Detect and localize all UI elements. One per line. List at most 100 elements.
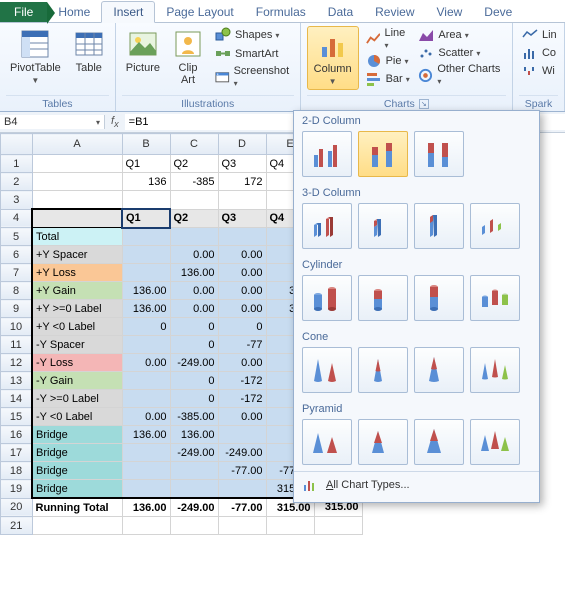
cell[interactable]: -249.00 xyxy=(218,444,266,462)
cell[interactable] xyxy=(122,336,170,354)
cell[interactable] xyxy=(32,155,122,173)
scatter-chart-button[interactable]: Scatter ▾ xyxy=(415,44,506,62)
cell[interactable] xyxy=(122,246,170,264)
cell[interactable]: Q1 xyxy=(122,155,170,173)
tab-review[interactable]: Review xyxy=(364,2,425,22)
cell[interactable]: 0 xyxy=(218,318,266,336)
cell[interactable]: -172 xyxy=(218,390,266,408)
chart-cone-stacked100[interactable] xyxy=(414,347,464,393)
cell[interactable]: -172 xyxy=(218,372,266,390)
picture-button[interactable]: Picture xyxy=(122,26,164,76)
cell[interactable] xyxy=(122,444,170,462)
cell[interactable]: 0.00 xyxy=(170,300,218,318)
tab-pagelayout[interactable]: Page Layout xyxy=(155,2,244,22)
cell[interactable] xyxy=(266,517,314,535)
shapes-button[interactable]: Shapes ▾ xyxy=(212,26,294,44)
row-header[interactable]: 2 xyxy=(1,173,33,191)
cell[interactable]: -77.00 xyxy=(218,498,266,517)
chart-3d-column[interactable] xyxy=(470,203,520,249)
table-button[interactable]: Table xyxy=(69,26,109,76)
chart-cyl-stacked[interactable] xyxy=(358,275,408,321)
row-header[interactable]: 15 xyxy=(1,408,33,426)
cell[interactable]: 0.00 xyxy=(170,282,218,300)
cell[interactable]: Bridge xyxy=(32,462,122,480)
cell[interactable]: -249.00 xyxy=(170,498,218,517)
chart-cyl-clustered[interactable] xyxy=(302,275,352,321)
cell[interactable]: -Y Gain xyxy=(32,372,122,390)
line-chart-button[interactable]: Line ▾ xyxy=(363,26,414,52)
row-header[interactable]: 19 xyxy=(1,480,33,499)
cell[interactable] xyxy=(170,191,218,210)
tab-data[interactable]: Data xyxy=(317,2,364,22)
cell[interactable]: 0 xyxy=(122,318,170,336)
select-all-corner[interactable] xyxy=(1,134,33,155)
chart-3d-stacked100[interactable] xyxy=(414,203,464,249)
chart-3d-clustered[interactable] xyxy=(302,203,352,249)
row-header[interactable]: 3 xyxy=(1,191,33,210)
row-header[interactable]: 14 xyxy=(1,390,33,408)
cell[interactable]: 136.00 xyxy=(170,264,218,282)
sparkline-line-button[interactable]: Lin xyxy=(519,26,560,44)
chart-cone-clustered[interactable] xyxy=(302,347,352,393)
cell[interactable]: 172 xyxy=(218,173,266,191)
sparkline-winloss-button[interactable]: Wi xyxy=(519,62,560,80)
cell[interactable]: -Y <0 Label xyxy=(32,408,122,426)
cell[interactable]: Q2 xyxy=(170,209,218,228)
name-box[interactable]: B4 ▾ xyxy=(0,115,105,129)
column-chart-button[interactable]: Column▼ xyxy=(307,26,359,90)
cell[interactable]: 0.00 xyxy=(218,408,266,426)
chart-pyr-stacked100[interactable] xyxy=(414,419,464,465)
name-box-dropdown-icon[interactable]: ▾ xyxy=(96,118,100,127)
row-header[interactable]: 9 xyxy=(1,300,33,318)
row-header[interactable]: 12 xyxy=(1,354,33,372)
cell[interactable]: 136.00 xyxy=(122,498,170,517)
cell[interactable]: Total xyxy=(32,228,122,246)
pivottable-button[interactable]: PivotTable▼ xyxy=(6,26,65,88)
row-header[interactable]: 16 xyxy=(1,426,33,444)
chart-cyl-3d[interactable] xyxy=(470,275,520,321)
cell[interactable]: +Y >=0 Label xyxy=(32,300,122,318)
cell[interactable]: 0 xyxy=(170,372,218,390)
charts-dialog-launcher[interactable]: ↘ xyxy=(419,99,429,109)
cell[interactable]: -385 xyxy=(170,173,218,191)
cell[interactable]: -385.00 xyxy=(170,408,218,426)
col-header-B[interactable]: B xyxy=(122,134,170,155)
cell[interactable] xyxy=(170,517,218,535)
cell[interactable]: Q1 xyxy=(122,209,170,228)
cell[interactable]: -Y Loss xyxy=(32,354,122,372)
cell[interactable]: -77.00 xyxy=(218,462,266,480)
cell[interactable]: +Y <0 Label xyxy=(32,318,122,336)
chart-2d-stacked100[interactable] xyxy=(414,131,464,177)
cell[interactable]: Bridge xyxy=(32,480,122,499)
cell[interactable] xyxy=(122,462,170,480)
cell[interactable] xyxy=(122,372,170,390)
fx-icon[interactable]: fx xyxy=(105,115,125,129)
cell[interactable]: Q3 xyxy=(218,155,266,173)
cell[interactable]: 136.00 xyxy=(122,426,170,444)
cell[interactable]: -Y Spacer xyxy=(32,336,122,354)
cell[interactable]: -Y >=0 Label xyxy=(32,390,122,408)
cell[interactable]: 0.00 xyxy=(218,264,266,282)
cell[interactable] xyxy=(122,517,170,535)
cell[interactable]: 0 xyxy=(170,318,218,336)
chart-cyl-stacked100[interactable] xyxy=(414,275,464,321)
bar-chart-button[interactable]: Bar ▾ xyxy=(363,70,414,88)
cell[interactable] xyxy=(122,264,170,282)
cell[interactable] xyxy=(170,480,218,499)
chart-cone-stacked[interactable] xyxy=(358,347,408,393)
row-header[interactable]: 10 xyxy=(1,318,33,336)
cell[interactable]: 0.00 xyxy=(122,408,170,426)
cell[interactable]: 0 xyxy=(170,390,218,408)
tab-home[interactable]: Home xyxy=(47,2,101,22)
cell[interactable]: 136 xyxy=(122,173,170,191)
chart-pyr-3d[interactable] xyxy=(470,419,520,465)
row-header[interactable]: 6 xyxy=(1,246,33,264)
row-header[interactable]: 8 xyxy=(1,282,33,300)
cell[interactable]: -249.00 xyxy=(170,354,218,372)
area-chart-button[interactable]: Area ▾ xyxy=(415,26,506,44)
col-header-C[interactable]: C xyxy=(170,134,218,155)
all-chart-types-button[interactable]: All Chart Types... xyxy=(294,471,539,498)
chart-pyr-clustered[interactable] xyxy=(302,419,352,465)
row-header[interactable]: 17 xyxy=(1,444,33,462)
cell[interactable] xyxy=(170,462,218,480)
